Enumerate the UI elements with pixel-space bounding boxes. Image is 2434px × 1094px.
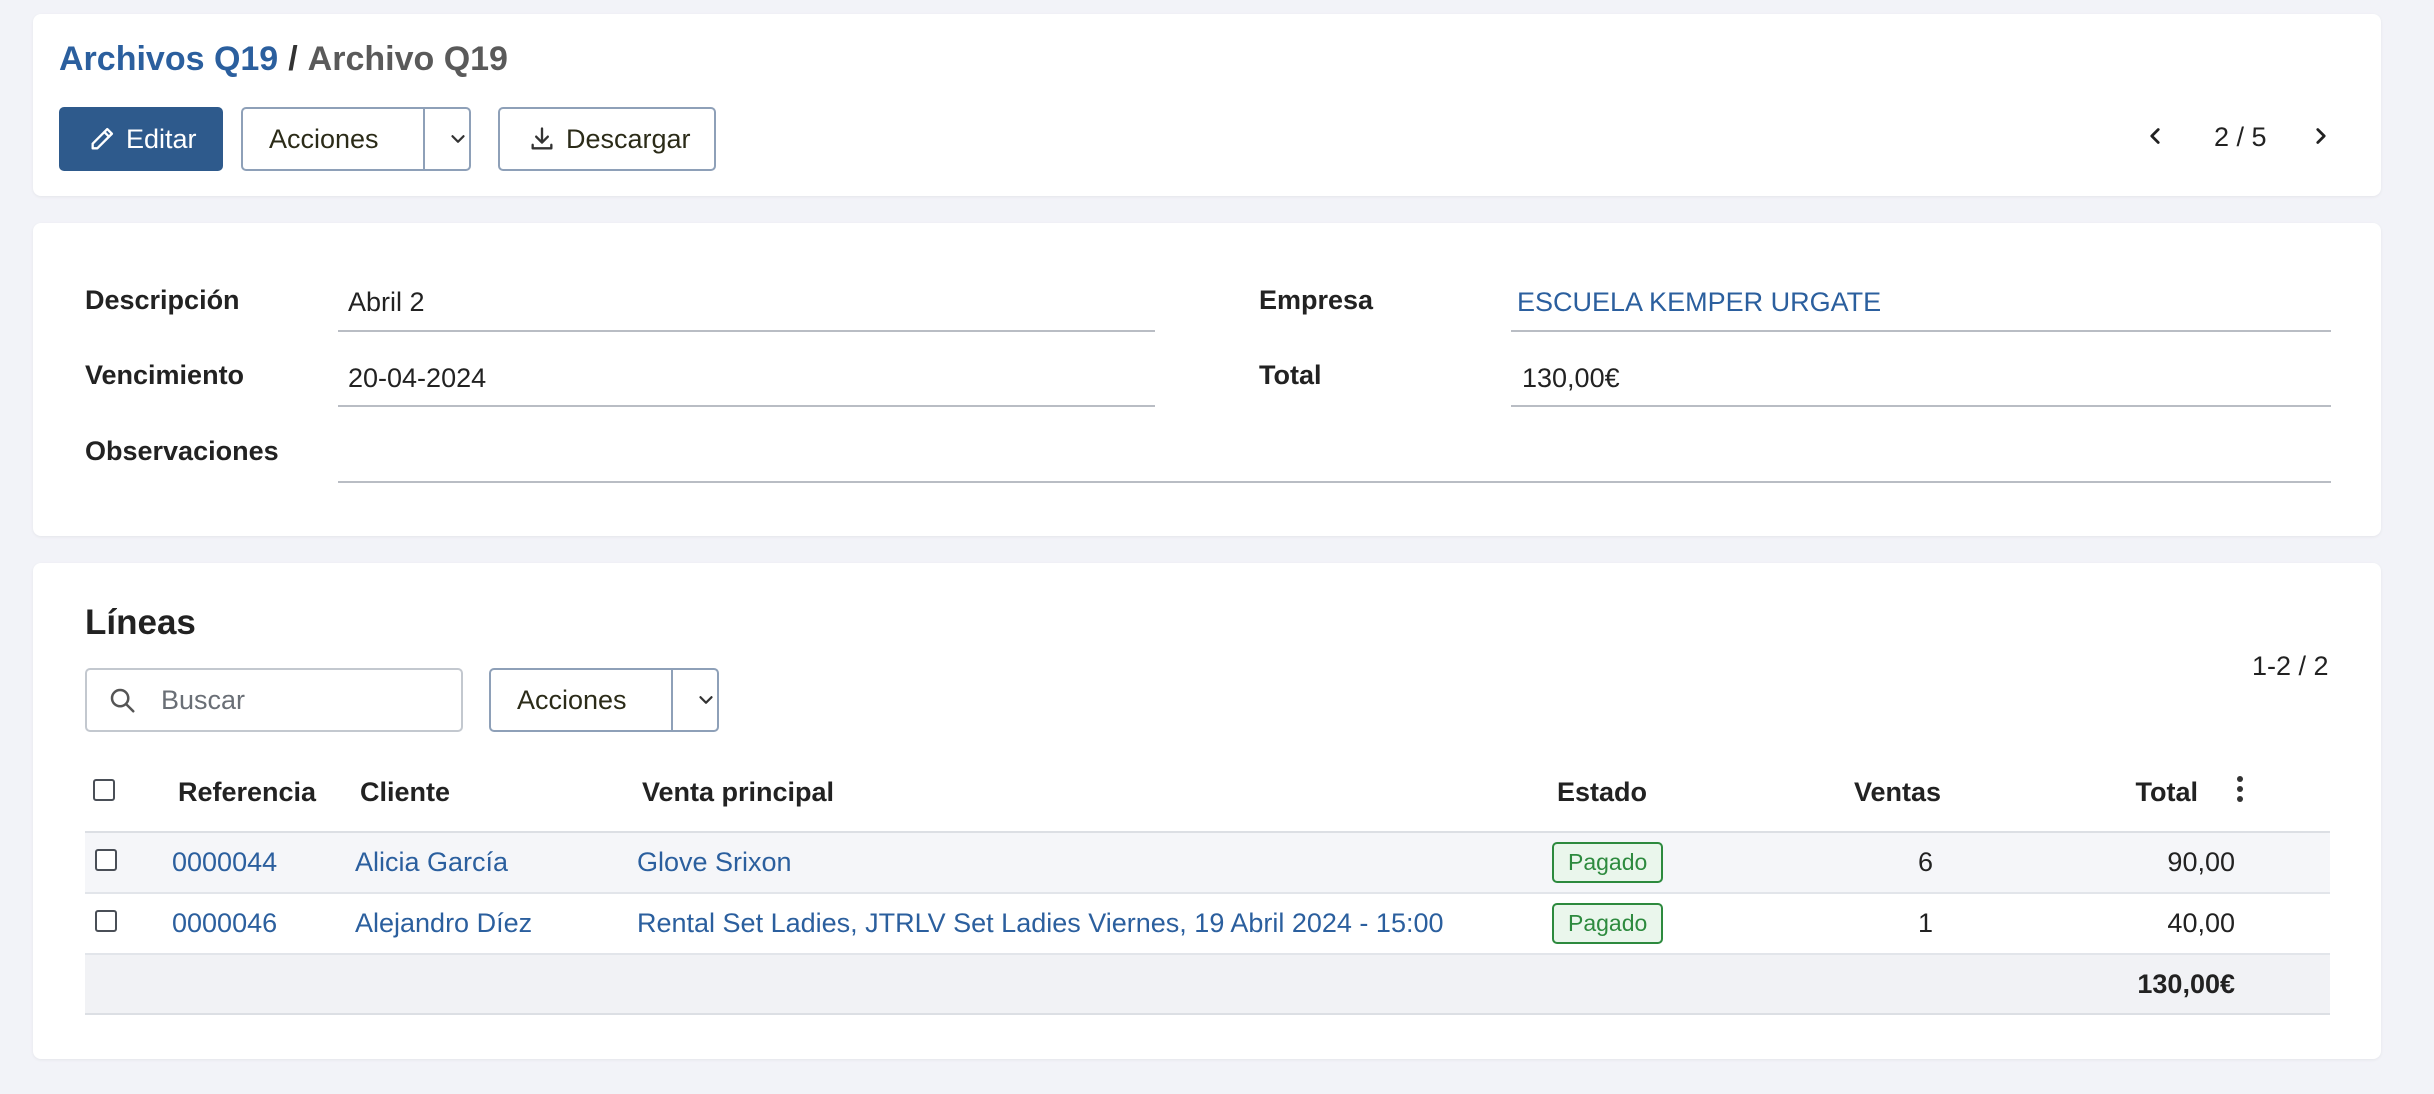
row-checkbox[interactable] <box>95 910 117 932</box>
row-ref-link[interactable]: 0000046 <box>168 893 350 955</box>
lines-range-text: 1-2 / 2 <box>2252 651 2329 681</box>
table-footer-row: 130,00€ <box>85 954 2330 1015</box>
header-card: Archivos Q19 /Archivo Q19 Editar Acciones… <box>33 14 2381 196</box>
status-badge: Pagado <box>1552 842 1664 883</box>
total-underline <box>1511 405 2331 407</box>
col-header-venta-principal[interactable]: Venta principal <box>635 753 1550 833</box>
chevron-right-icon[interactable] <box>2308 123 2334 149</box>
breadcrumb: Archivos Q19 /Archivo Q19 <box>59 40 508 79</box>
pencil-icon <box>88 125 116 153</box>
row-sale-link[interactable]: Rental Set Ladies, JTRLV Set Ladies Vier… <box>635 893 1550 955</box>
total-field[interactable]: 130,00€ <box>1522 363 1620 394</box>
edit-button-label: Editar <box>126 123 197 154</box>
row-sale-link[interactable]: Glove Srixon <box>635 832 1550 894</box>
description-field[interactable]: Abril 2 <box>348 287 425 318</box>
due-date-underline <box>338 405 1155 407</box>
col-header-ventas[interactable]: Ventas <box>1820 753 1963 833</box>
description-label: Descripción <box>85 285 240 315</box>
company-label: Empresa <box>1259 285 1374 315</box>
due-date-label: Vencimiento <box>85 360 245 390</box>
breadcrumb-current: Archivo Q19 <box>307 40 508 78</box>
company-link[interactable]: ESCUELA KEMPER URGATE <box>1517 287 1881 318</box>
table-row[interactable]: 0000046 Alejandro Díez Rental Set Ladies… <box>85 893 2330 955</box>
company-underline <box>1511 330 2331 332</box>
lines-actions-split-button[interactable]: Acciones <box>489 668 719 732</box>
form-card: Descripción Abril 2 Vencimiento 20-04-20… <box>33 223 2381 536</box>
download-icon <box>528 125 556 153</box>
actions-split-button[interactable]: Acciones <box>241 107 471 171</box>
row-total: 40,00 <box>1963 893 2235 955</box>
col-header-estado[interactable]: Estado <box>1550 753 1820 833</box>
total-label: Total <box>1259 360 1322 390</box>
due-date-field[interactable]: 20-04-2024 <box>348 363 486 394</box>
row-sales-count: 6 <box>1820 832 1963 894</box>
row-ref-link[interactable]: 0000044 <box>168 832 350 894</box>
kebab-menu-icon[interactable] <box>2235 775 2245 803</box>
lines-card: Líneas Acciones 1-2 / 2 Referencia Clien… <box>33 563 2381 1059</box>
download-button-label: Descargar <box>566 123 691 154</box>
col-header-referencia[interactable]: Referencia <box>168 753 350 833</box>
footer-total: 130,00€ <box>1963 954 2235 1015</box>
row-client-link[interactable]: Alejandro Díez <box>350 893 635 955</box>
chevron-left-icon[interactable] <box>2142 123 2168 149</box>
select-all-checkbox[interactable] <box>93 778 115 801</box>
notes-label: Observaciones <box>85 436 279 466</box>
row-checkbox[interactable] <box>95 849 117 871</box>
notes-underline <box>338 481 2331 483</box>
lines-table: Referencia Cliente Venta principal Estad… <box>85 753 2330 1015</box>
actions-button-label[interactable]: Acciones <box>243 124 423 155</box>
status-badge: Pagado <box>1552 903 1664 944</box>
col-header-cliente[interactable]: Cliente <box>350 753 635 833</box>
edit-button[interactable]: Editar <box>59 107 223 171</box>
download-button[interactable]: Descargar <box>498 107 716 171</box>
search-box[interactable] <box>85 668 463 732</box>
table-row[interactable]: 0000044 Alicia García Glove Srixon Pagad… <box>85 832 2330 894</box>
pager-text: 2 / 5 <box>2214 122 2267 152</box>
description-underline <box>338 330 1155 332</box>
lines-actions-button-label[interactable]: Acciones <box>491 685 671 716</box>
search-icon <box>107 685 137 715</box>
chevron-down-icon[interactable] <box>425 128 469 150</box>
row-total: 90,00 <box>1963 832 2235 894</box>
search-input[interactable] <box>159 683 423 717</box>
col-header-total[interactable]: Total <box>1963 753 2235 833</box>
breadcrumb-parent-link[interactable]: Archivos Q19 <box>59 40 278 78</box>
breadcrumb-separator: / <box>288 40 298 78</box>
lines-title: Líneas <box>85 603 196 642</box>
chevron-down-icon[interactable] <box>673 689 717 711</box>
row-sales-count: 1 <box>1820 893 1963 955</box>
row-client-link[interactable]: Alicia García <box>350 832 635 894</box>
table-header-row: Referencia Cliente Venta principal Estad… <box>85 753 2330 833</box>
